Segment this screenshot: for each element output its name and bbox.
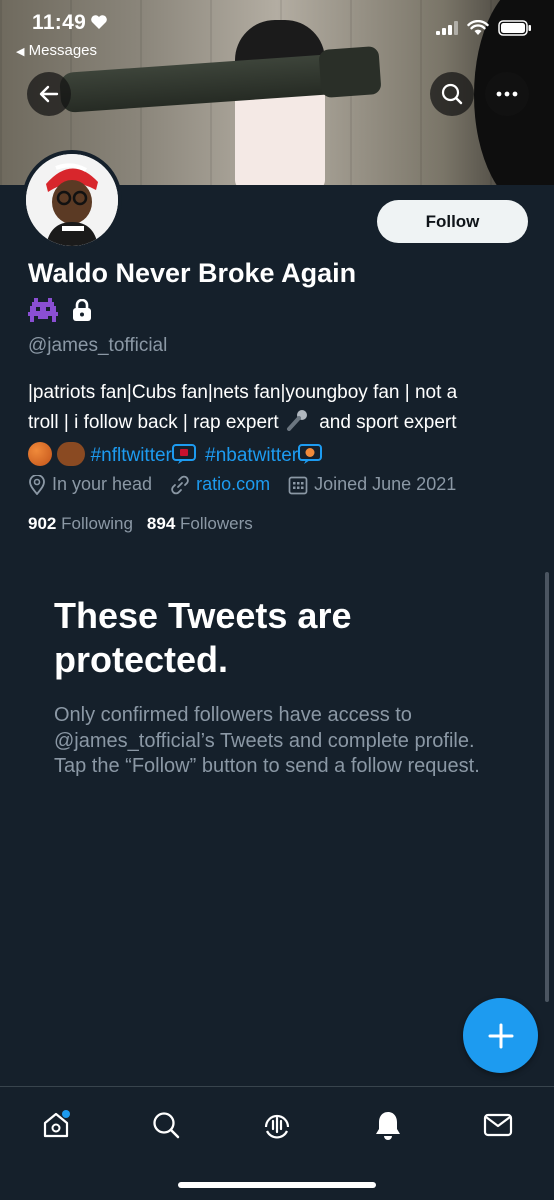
alien-monster-icon [28, 298, 58, 322]
followers-count-link[interactable]: 894 Followers [147, 514, 253, 534]
scrollbar[interactable] [545, 572, 549, 1002]
followers-label: Followers [180, 514, 253, 533]
hashtag-nfltwitter[interactable]: #nfltwitter [91, 445, 172, 466]
signal-icon [436, 21, 458, 35]
hashtag-nbatwitter[interactable]: #nbatwitter [205, 445, 298, 466]
location-pin-icon [29, 474, 45, 495]
spaces-icon [264, 1114, 290, 1139]
followers-count: 894 [146, 514, 176, 533]
bio-line-2: troll | i follow back | rap expert and s… [28, 408, 528, 441]
bio-line-1: |patriots fan|Cubs fan|nets fan|youngboy… [28, 382, 458, 403]
following-count: 902 [28, 514, 57, 533]
back-app-label: Messages [28, 42, 98, 59]
lock-icon [73, 299, 91, 321]
more-button[interactable] [485, 72, 529, 116]
display-name: Waldo Never Broke Again [28, 258, 357, 288]
basketball-icon [28, 442, 52, 466]
microphone-icon [286, 409, 308, 441]
follow-counts: 902 Following 894 Followers [28, 514, 253, 534]
status-bar: 11:49 ◀ Messages [0, 0, 554, 64]
back-arrow-icon [39, 85, 59, 103]
wifi-icon [467, 20, 489, 35]
back-to-app[interactable]: ◀ Messages [16, 42, 97, 59]
link-icon [171, 475, 189, 494]
more-icon [496, 91, 518, 97]
website[interactable]: ratio.com [170, 474, 270, 495]
football-icon [57, 442, 86, 466]
protected-title: These Tweets are protected. [54, 595, 352, 680]
follow-button[interactable]: Follow [377, 200, 528, 243]
bio: |patriots fan|Cubs fan|nets fan|youngboy… [28, 378, 528, 475]
back-button[interactable] [27, 72, 71, 116]
nfl-hashflag-icon [171, 443, 196, 475]
location: In your head [28, 474, 152, 495]
search-icon [153, 1112, 180, 1139]
tab-notifications[interactable] [368, 1105, 408, 1145]
plus-icon [488, 1023, 513, 1048]
search-button[interactable] [430, 72, 474, 116]
avatar[interactable] [22, 150, 122, 250]
following-label: Following [61, 514, 133, 533]
join-date: Joined June 2021 [288, 474, 456, 495]
home-icon [43, 1110, 70, 1138]
tab-messages[interactable] [478, 1105, 518, 1145]
nba-hashflag-icon [298, 443, 323, 475]
join-date-text: Joined June 2021 [314, 474, 457, 494]
heart-icon [91, 15, 107, 29]
bio-line-2-start: troll | i follow back | rap expert [28, 412, 279, 433]
compose-button[interactable] [463, 998, 538, 1073]
profile-meta: In your head ratio.com Joined June 2021 [28, 474, 474, 495]
tab-home[interactable] [36, 1105, 76, 1145]
notifications-icon [376, 1112, 400, 1140]
website-link[interactable]: ratio.com [196, 474, 270, 495]
user-handle: @james_tofficial [28, 335, 168, 356]
protected-body: Only confirmed followers have access to … [54, 704, 480, 777]
home-indicator[interactable] [178, 1182, 376, 1188]
bio-line-2-end: and sport expert [319, 412, 457, 433]
messages-icon [483, 1113, 513, 1137]
name-badges [28, 298, 92, 322]
tab-search[interactable] [146, 1105, 186, 1145]
battery-icon [498, 20, 531, 36]
following-count-link[interactable]: 902 Following [28, 514, 133, 534]
bio-line-3: #nfltwitter #nbatwitter [28, 441, 528, 475]
status-icons [436, 20, 532, 36]
avatar-image [26, 154, 118, 246]
status-time: 11:49 [32, 11, 87, 34]
back-triangle-icon: ◀ [16, 46, 25, 58]
tab-spaces[interactable] [257, 1105, 297, 1145]
search-icon [441, 83, 463, 105]
location-text: In your head [52, 474, 153, 494]
calendar-icon [288, 476, 308, 494]
